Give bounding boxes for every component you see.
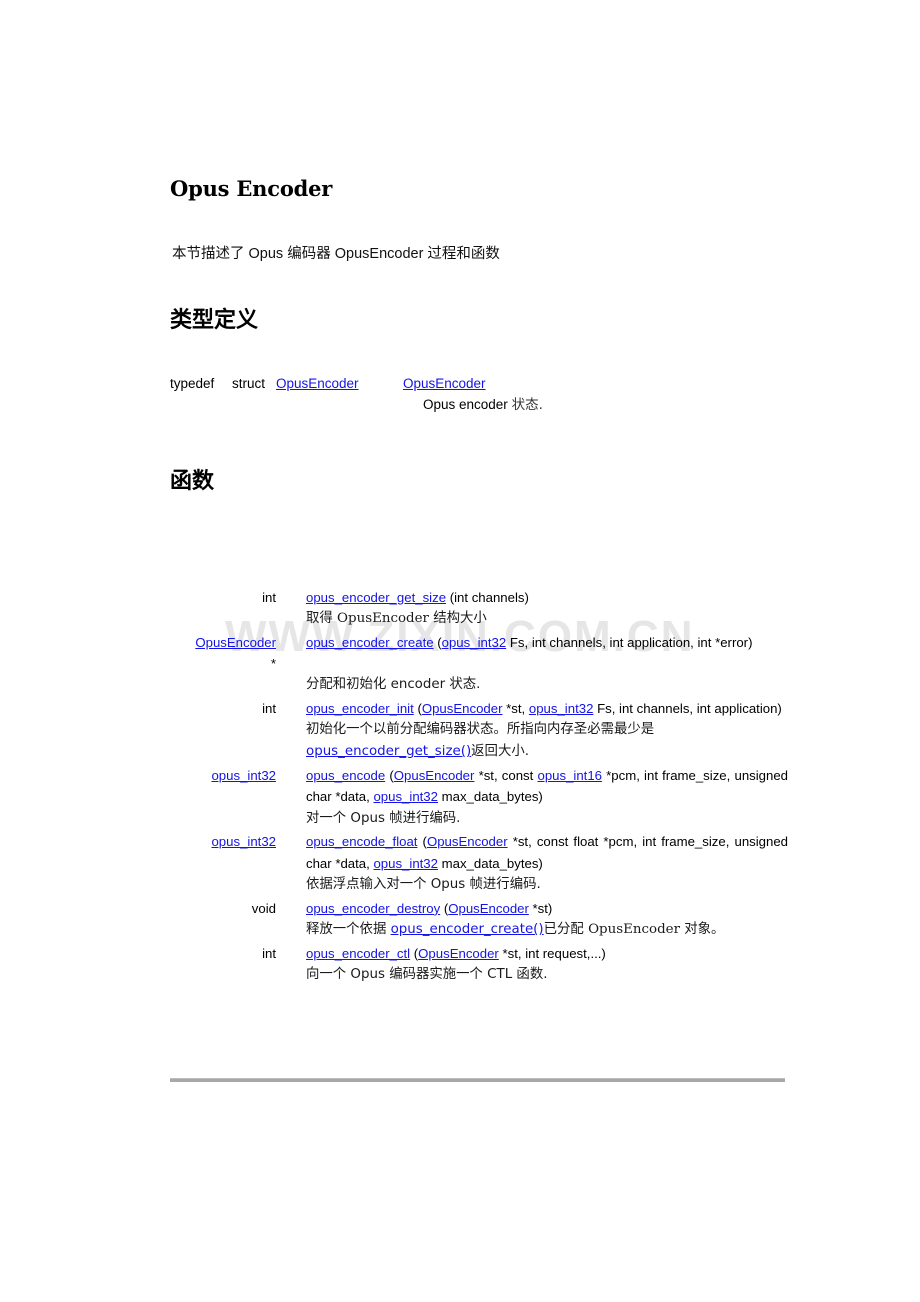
- desc-post: 对象。: [679, 922, 725, 938]
- return-type: int: [262, 701, 276, 717]
- table-row: void opus_encoder_destroy (OpusEncoder *…: [170, 898, 788, 919]
- return-type-pointer: *: [270, 656, 276, 671]
- table-row: OpusEncoder * opus_encoder_create (opus_…: [170, 632, 788, 675]
- typedef-keyword: typedef: [170, 375, 215, 391]
- function-signature: opus_encoder_ctl (OpusEncoder *st, int r…: [276, 943, 788, 964]
- typedef-alias-link[interactable]: OpusEncoder: [403, 374, 486, 395]
- return-type: opus_int32: [170, 831, 276, 852]
- param-type-link[interactable]: opus_int32: [442, 635, 507, 650]
- typedef-row: typedef struct OpusEncoder OpusEncoder: [170, 374, 788, 395]
- function-description: 初始化一个以前分配编码器状态。所指向内存圣必需最少是 opus_encoder_…: [306, 719, 788, 762]
- functions-table: int opus_encoder_get_size (int channels)…: [170, 587, 788, 986]
- desc-code: OpusEncoder: [337, 610, 429, 626]
- function-name-link[interactable]: opus_encode: [306, 768, 385, 783]
- table-row: opus_int32 opus_encode_float (OpusEncode…: [170, 831, 788, 874]
- page-title: Opus Encoder: [170, 176, 333, 201]
- document-page: WWW.ZIXIN.COM.CN Opus Encoder 本节描述了 Opus…: [0, 0, 920, 1302]
- function-params-line2: application): [714, 701, 782, 717]
- function-signature: opus_encode (OpusEncoder *st, const opus…: [276, 765, 788, 808]
- return-type-link[interactable]: opus_int32: [211, 834, 276, 849]
- desc-link[interactable]: opus_encoder_get_size(): [306, 744, 471, 759]
- function-description: 释放一个依据 opus_encoder_create()已分配 OpusEnco…: [306, 919, 788, 941]
- return-type-link[interactable]: opus_int32: [211, 768, 276, 783]
- function-name-link[interactable]: opus_encoder_create: [306, 635, 434, 650]
- paren-open: (: [410, 945, 419, 961]
- document-content: Opus Encoder 本节描述了 Opus 编码器 OpusEncoder …: [0, 0, 920, 986]
- function-name-link[interactable]: opus_encode_float: [306, 834, 417, 849]
- function-params: *st, int request,...): [502, 945, 606, 961]
- return-type: void: [251, 900, 276, 916]
- function-params: Fs, int channels, int application, int: [506, 634, 712, 650]
- paren-open: (: [385, 767, 394, 783]
- intro-paragraph: 本节描述了 Opus 编码器 OpusEncoder 过程和函数: [172, 246, 500, 263]
- struct-keyword: struct: [232, 375, 266, 391]
- function-name-link[interactable]: opus_encoder_init: [306, 701, 414, 716]
- desc-post: 结构大小: [428, 610, 487, 626]
- function-params: *pcm, int frame_size,: [602, 767, 731, 783]
- function-signature: opus_encoder_get_size (int channels): [276, 587, 788, 608]
- param-type-link-int16[interactable]: opus_int16: [537, 768, 602, 783]
- typedef-description: Opus encoder 状态.: [423, 394, 788, 417]
- return-type: int: [262, 589, 276, 605]
- desc-code: OpusEncoder: [588, 922, 680, 938]
- return-type: int: [262, 945, 276, 961]
- function-signature: opus_encoder_create (opus_int32 Fs, int …: [276, 632, 788, 653]
- params-line2-post: max_data_bytes): [437, 789, 543, 805]
- section-heading-typedefs: 类型定义: [170, 307, 259, 333]
- function-name-link[interactable]: opus_encoder_destroy: [306, 901, 440, 916]
- desc-line1: 初始化一个以前分配编码器状态。所指向内存圣必需最少是: [306, 722, 655, 738]
- table-row: int opus_encoder_get_size (int channels): [170, 587, 788, 608]
- footer-divider: [170, 1078, 785, 1082]
- function-params: Fs, int channels, int: [593, 701, 711, 717]
- function-signature: opus_encoder_init (OpusEncoder *st, opus…: [276, 698, 788, 719]
- function-name-link[interactable]: opus_encoder_ctl: [306, 946, 410, 961]
- typedef-description-cjk: 状态.: [511, 397, 543, 414]
- return-type-link[interactable]: OpusEncoder: [195, 635, 276, 650]
- function-params: *st): [532, 900, 553, 916]
- typedef-description-code: Opus encoder: [423, 397, 508, 413]
- section-heading-functions: 函数: [170, 468, 215, 494]
- return-type: OpusEncoder *: [170, 632, 276, 675]
- function-description: 依据浮点输入对一个 Opus 帧进行编码.: [306, 877, 541, 893]
- typedef-struct-link[interactable]: OpusEncoder: [276, 374, 403, 395]
- param-type-link-int32[interactable]: opus_int32: [529, 701, 594, 716]
- function-params: (int channels): [446, 589, 529, 605]
- param-st-const: *st, const: [478, 767, 538, 783]
- function-description: 分配和初始化 encoder 状态.: [306, 677, 481, 693]
- desc-pre: 取得: [306, 610, 338, 626]
- paren-open: (: [417, 834, 427, 850]
- params-line2-post: max_data_bytes): [437, 855, 543, 871]
- function-signature: opus_encoder_destroy (OpusEncoder *st): [276, 898, 788, 919]
- desc-line2-tail: 返回大小.: [471, 744, 529, 760]
- param-st: *st,: [506, 701, 529, 717]
- function-signature: opus_encode_float (OpusEncoder *st, cons…: [276, 831, 788, 874]
- param-type-link-opusencoder[interactable]: OpusEncoder: [448, 901, 529, 916]
- function-params: *st, const float *pcm, int frame_size,: [512, 834, 730, 850]
- param-type-link-int32b[interactable]: opus_int32: [373, 856, 438, 871]
- function-description: 对一个 Opus 帧进行编码.: [306, 810, 461, 826]
- paren-open: (: [433, 634, 442, 650]
- function-params-line2: *error): [715, 634, 753, 650]
- desc-link[interactable]: opus_encoder_create(): [391, 922, 544, 937]
- paren-open: (: [413, 701, 422, 717]
- param-type-link-opusencoder[interactable]: OpusEncoder: [427, 834, 508, 849]
- return-type: opus_int32: [170, 765, 276, 786]
- typedef-block: typedef struct OpusEncoder OpusEncoder O…: [170, 374, 788, 418]
- desc-pre: 释放一个依据: [306, 922, 391, 938]
- function-description: 取得 OpusEncoder 结构大小: [306, 608, 788, 630]
- param-type-link-opusencoder[interactable]: OpusEncoder: [418, 946, 499, 961]
- param-type-link-int32b[interactable]: opus_int32: [373, 789, 438, 804]
- table-row: int opus_encoder_init (OpusEncoder *st, …: [170, 698, 788, 719]
- param-type-link-opusencoder[interactable]: OpusEncoder: [394, 768, 475, 783]
- table-row: int opus_encoder_ctl (OpusEncoder *st, i…: [170, 943, 788, 964]
- function-name-link[interactable]: opus_encoder_get_size: [306, 590, 446, 605]
- function-description: 向一个 Opus 编码器实施一个 CTL 函数.: [306, 967, 548, 983]
- table-row: opus_int32 opus_encode (OpusEncoder *st,…: [170, 765, 788, 808]
- desc-mid: 已分配: [543, 922, 589, 938]
- param-type-link-opusencoder[interactable]: OpusEncoder: [422, 701, 503, 716]
